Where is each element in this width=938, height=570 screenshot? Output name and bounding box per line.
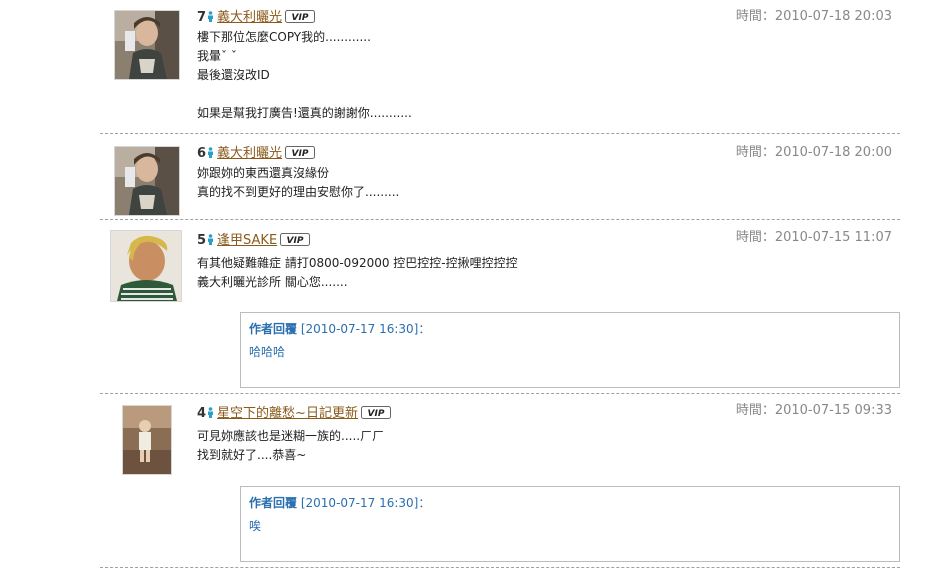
comment-header: 7 義大利曬光 VIP <box>197 8 316 26</box>
comment-body: 妳跟妳的東西還真沒緣份 真的找不到更好的理由安慰你了......... <box>197 164 399 202</box>
comment-item: 4 星空下的離愁~日記更新 VIP 時間：2010-07-15 09:33 可見妳應… <box>100 403 900 563</box>
comment-line: 找到就好了....恭喜~ <box>197 448 307 462</box>
svg-text:VIP: VIP <box>292 13 309 23</box>
vip-badge: VIP <box>285 146 316 159</box>
comment-line: 如果是幫我打廣告!還真的謝謝你........... <box>197 106 412 120</box>
person-icon <box>208 11 214 22</box>
avatar[interactable] <box>114 146 180 216</box>
comment-body: 樓下那位怎麼COPY我的............ 我暈ˇ ˇ 最後還沒改ID 如… <box>197 28 412 123</box>
vip-badge: VIP <box>360 406 391 419</box>
person-icon <box>208 234 214 245</box>
comment-number: 6 <box>197 146 207 161</box>
comment-item: 5 逢甲SAKE VIP 時間：2010-07-15 11:07 有其他疑難雜症 請… <box>100 230 900 390</box>
comment-number: 7 <box>197 10 207 25</box>
comment-line <box>197 85 412 104</box>
person-icon <box>208 407 214 418</box>
avatar[interactable] <box>114 10 180 80</box>
comment-line: 最後還沒改ID <box>197 68 270 82</box>
comment-item: 6 義大利曬光 VIP 時間：2010-07-18 20:00 妳跟妳的東西還真沒緣… <box>100 144 900 216</box>
comment-line: 有其他疑難雜症 請打0800-092000 控巴控控-控揪哩控控控 <box>197 256 518 270</box>
svg-text:VIP: VIP <box>367 409 384 419</box>
comment-time: 時間：2010-07-15 11:07 <box>735 230 892 245</box>
person-icon <box>208 147 214 158</box>
vip-badge: VIP <box>285 10 316 23</box>
comment-line: 可見妳應該也是迷糊一族的.....ㄏㄏ <box>197 429 385 443</box>
author-reply-label: 作者回覆 <box>249 496 298 510</box>
author-reply-label: 作者回覆 <box>249 322 298 336</box>
comment-line: 我暈ˇ ˇ <box>197 49 237 63</box>
comment-separator <box>100 567 900 568</box>
comment-item: 7 義大利曬光 VIP 時間：2010-07-18 20:03 樓下那位怎麼COPY… <box>100 8 900 128</box>
avatar[interactable] <box>110 230 182 302</box>
author-reply-date: [2010-07-17 16:30] <box>300 496 419 510</box>
author-reply-colon: ： <box>418 322 431 336</box>
author-reply-header: 作者回覆 [2010-07-17 16:30]： <box>249 494 430 511</box>
comment-separator <box>100 219 900 220</box>
comment-time: 時間：2010-07-18 20:00 <box>735 145 892 160</box>
avatar[interactable] <box>122 405 172 475</box>
comment-line: 樓下那位怎麼COPY我的............ <box>197 30 371 44</box>
svg-text:VIP: VIP <box>287 236 304 246</box>
comment-number: 5 <box>197 233 207 248</box>
username-link[interactable]: 義大利曬光 <box>217 146 282 161</box>
comment-line: 妳跟妳的東西還真沒緣份 <box>197 166 330 180</box>
avatar-photo-young-man <box>115 147 179 215</box>
vip-badge: VIP <box>280 233 311 246</box>
author-reply-date: [2010-07-17 16:30] <box>300 322 419 336</box>
author-reply-box: 作者回覆 [2010-07-17 16:30]： 哈哈哈 <box>240 312 900 388</box>
username-link[interactable]: 逢甲SAKE <box>217 233 277 248</box>
comment-line: 義大利曬光診所 關心您....... <box>197 275 348 289</box>
comment-header: 6 義大利曬光 VIP <box>197 144 316 162</box>
avatar-photo-young-man <box>115 11 179 79</box>
author-reply-box: 作者回覆 [2010-07-17 16:30]： 唉 <box>240 486 900 562</box>
comment-body: 可見妳應該也是迷糊一族的.....ㄏㄏ 找到就好了....恭喜~ <box>197 427 384 465</box>
comment-header: 4 星空下的離愁~日記更新 VIP <box>197 404 391 422</box>
avatar-photo-child <box>123 406 171 474</box>
comment-body: 有其他疑難雜症 請打0800-092000 控巴控控-控揪哩控控控 義大利曬光診… <box>197 254 518 292</box>
avatar-photo-blond-man <box>111 231 181 301</box>
comment-time: 時間：2010-07-18 20:03 <box>735 9 892 24</box>
comment-header: 5 逢甲SAKE VIP <box>197 231 311 249</box>
author-reply-text: 哈哈哈 <box>249 345 286 359</box>
author-reply-colon: ： <box>418 496 431 510</box>
comment-separator <box>100 393 900 394</box>
username-link[interactable]: 星空下的離愁~日記更新 <box>217 406 358 421</box>
author-reply-text: 唉 <box>249 519 262 533</box>
username-link[interactable]: 義大利曬光 <box>217 10 282 25</box>
comment-separator <box>100 133 900 134</box>
comment-line: 真的找不到更好的理由安慰你了......... <box>197 185 400 199</box>
author-reply-header: 作者回覆 [2010-07-17 16:30]： <box>249 320 430 337</box>
comment-time: 時間：2010-07-15 09:33 <box>735 403 892 418</box>
svg-text:VIP: VIP <box>292 149 309 159</box>
comment-number: 4 <box>197 406 207 421</box>
